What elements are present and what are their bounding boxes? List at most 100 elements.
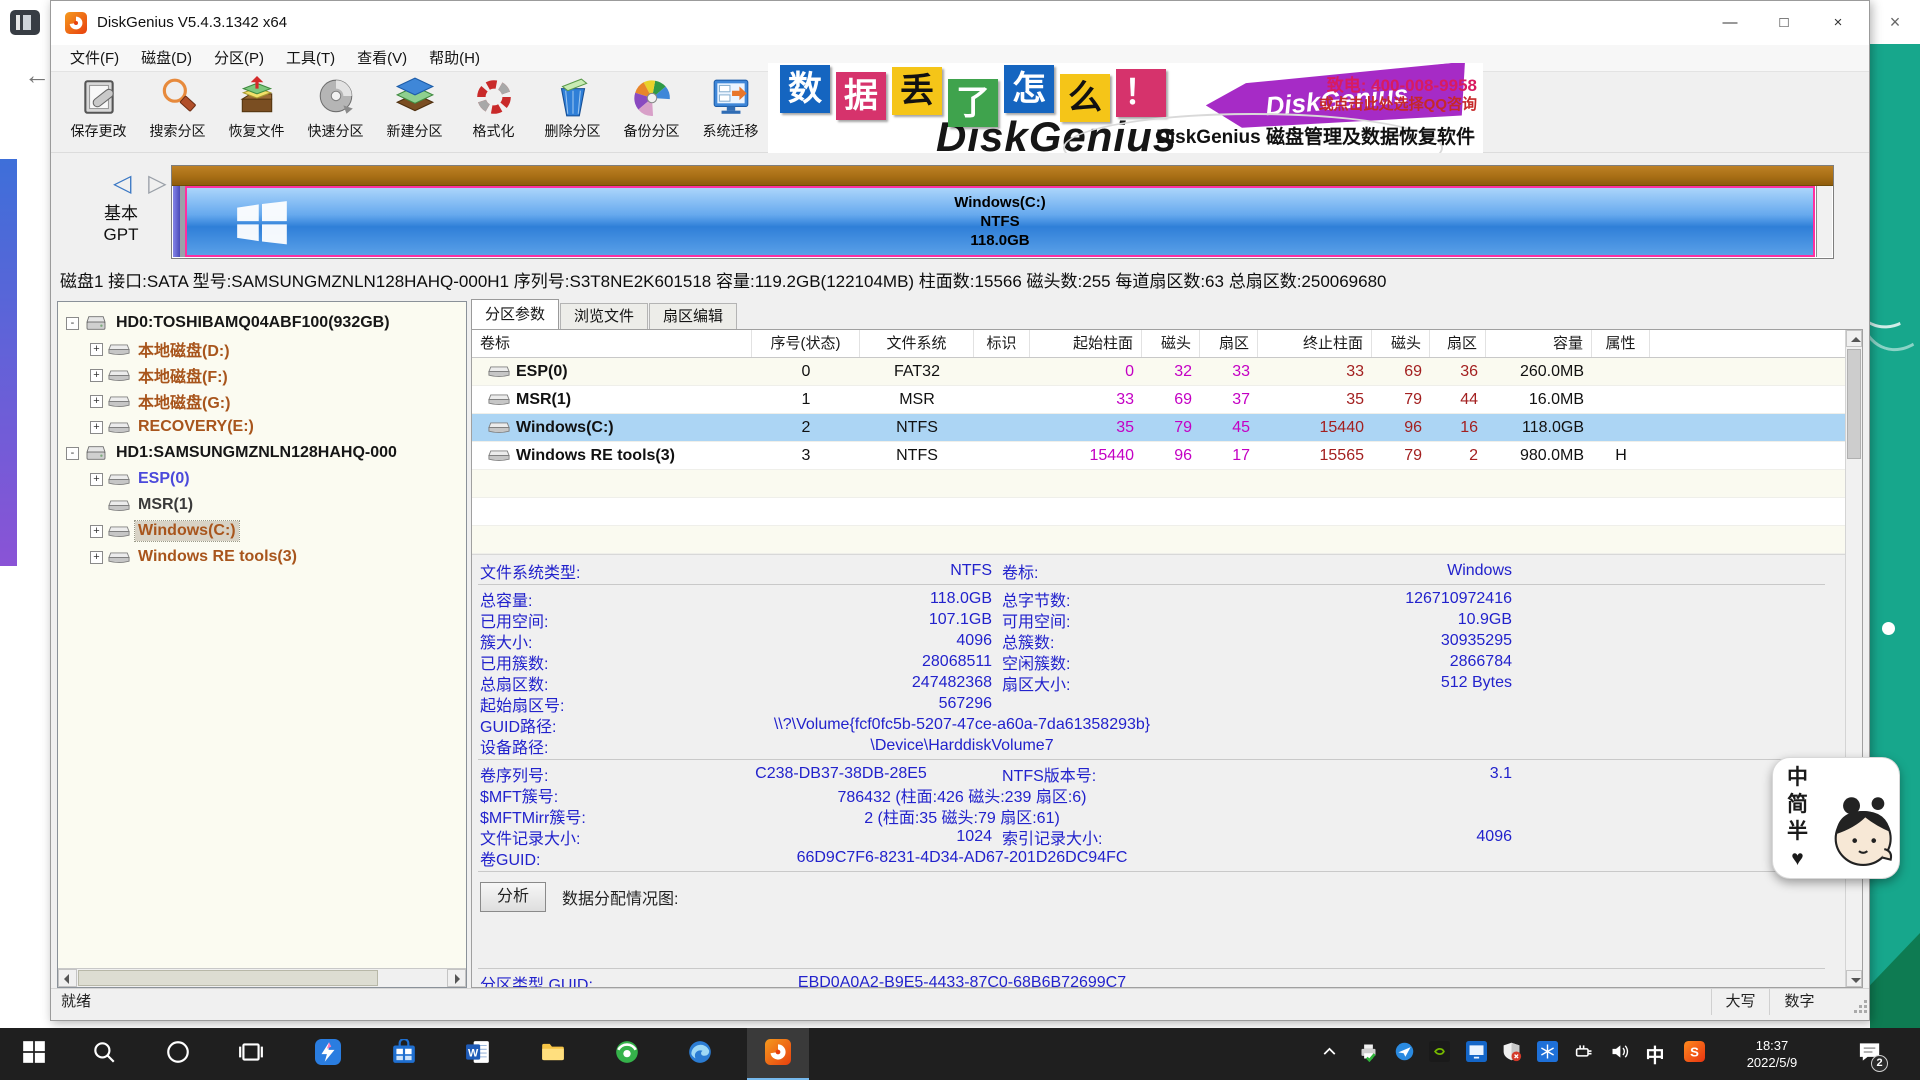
menu-item-1[interactable]: 磁盘(D) — [130, 45, 203, 72]
vertical-scrollbar[interactable] — [1845, 330, 1862, 987]
menu-item-0[interactable]: 文件(F) — [59, 45, 130, 72]
tree-item-windows-re-tools-3-[interactable]: +Windows RE tools(3) — [58, 544, 466, 570]
tree-item-msr-1-[interactable]: MSR(1) — [58, 492, 466, 518]
close-button[interactable]: × — [1811, 1, 1865, 45]
column-header[interactable]: 标识 — [974, 330, 1030, 357]
collapse-icon[interactable]: - — [66, 447, 79, 460]
scroll-right-icon[interactable] — [447, 969, 466, 987]
column-header[interactable]: 起始柱面 — [1030, 330, 1142, 357]
scroll-down-icon[interactable] — [1846, 970, 1862, 987]
toolbar-button-search-partition[interactable]: 搜索分区 — [138, 72, 217, 150]
expand-icon[interactable]: + — [90, 421, 103, 434]
menu-item-4[interactable]: 查看(V) — [346, 45, 418, 72]
menu-item-2[interactable]: 分区(P) — [203, 45, 275, 72]
tray-defender-icon[interactable] — [1495, 1028, 1527, 1080]
toolbar-button-format[interactable]: 格式化 — [454, 72, 533, 150]
expand-icon[interactable]: + — [90, 473, 103, 486]
ime-status-widget[interactable]: 中简半♥ — [1772, 757, 1900, 879]
tray-bird-app-icon[interactable] — [1388, 1028, 1420, 1080]
maximize-button[interactable]: □ — [1757, 1, 1811, 45]
background-window-icon[interactable] — [10, 10, 40, 35]
taskbar-file-explorer-icon[interactable] — [522, 1028, 584, 1080]
tree-horizontal-scrollbar[interactable] — [58, 968, 466, 987]
minimize-button[interactable]: — — [1703, 1, 1757, 45]
ime-mode-char[interactable]: 中 — [1787, 764, 1808, 791]
taskbar-search-icon[interactable] — [73, 1028, 135, 1080]
expand-icon[interactable]: + — [90, 369, 103, 382]
toolbar-button-new-partition[interactable]: 新建分区 — [375, 72, 454, 150]
expand-icon[interactable]: + — [90, 395, 103, 408]
column-header[interactable]: 文件系统 — [860, 330, 974, 357]
tray-nvidia-icon[interactable] — [1423, 1028, 1455, 1080]
taskbar-lightning-app-icon[interactable] — [297, 1028, 359, 1080]
banner-qq-link[interactable]: 或点击此处选择QQ咨询 — [1319, 93, 1477, 114]
scroll-left-icon[interactable] — [58, 969, 77, 987]
toolbar-button-recover-files[interactable]: 恢复文件 — [217, 72, 296, 150]
windows-partition-segment[interactable]: Windows(C:) NTFS 118.0GB — [185, 186, 1815, 257]
column-header[interactable]: 容量 — [1486, 330, 1592, 357]
scrollbar-thumb[interactable] — [1847, 349, 1861, 459]
table-row-windows-c-[interactable]: Windows(C:)2NTFS357945154409616118.0GB — [472, 414, 1845, 442]
toolbar-button-backup-partition[interactable]: 备份分区 — [612, 72, 691, 150]
re-tools-partition-segment[interactable] — [1816, 186, 1832, 257]
expand-icon[interactable]: + — [90, 343, 103, 356]
table-row-windows-re-tools-3-[interactable]: Windows RE tools(3)3NTFS1544096171556579… — [472, 442, 1845, 470]
ime-mode-char[interactable]: 简 — [1787, 791, 1808, 818]
column-header[interactable]: 磁头 — [1372, 330, 1430, 357]
tree-item-hd0-toshibamq04abf100-932gb-[interactable]: -HD0:TOSHIBAMQ04ABF100(932GB) — [58, 310, 466, 336]
taskbar-store-icon[interactable] — [373, 1028, 435, 1080]
scroll-up-icon[interactable] — [1846, 330, 1862, 347]
ad-banner[interactable]: DiskGenius 数据丢了怎么！ DiskGenius 致电: 400-00… — [768, 63, 1483, 153]
tree-item--d-[interactable]: +本地磁盘(D:) — [58, 336, 466, 362]
tray-power-icon[interactable] — [1568, 1028, 1600, 1080]
taskbar-green-browser-icon[interactable] — [596, 1028, 658, 1080]
taskbar-start-button[interactable] — [3, 1028, 65, 1080]
tab-1[interactable]: 浏览文件 — [560, 303, 648, 329]
background-window-close-icon[interactable]: × — [1870, 0, 1920, 44]
taskbar-clock[interactable]: 18:37 2022/5/9 — [1726, 1028, 1818, 1080]
tree-item-hd1-samsungmznln128hahq-000[interactable]: -HD1:SAMSUNGMZNLN128HAHQ-000 — [58, 440, 466, 466]
collapse-icon[interactable]: - — [66, 317, 79, 330]
taskbar-cortana-icon[interactable] — [147, 1028, 209, 1080]
column-header[interactable]: 磁头 — [1142, 330, 1200, 357]
tab-2[interactable]: 扇区编辑 — [649, 303, 737, 329]
action-center-button[interactable]: 2 — [1846, 1028, 1894, 1080]
menu-item-5[interactable]: 帮助(H) — [418, 45, 491, 72]
tree-item--g-[interactable]: +本地磁盘(G:) — [58, 388, 466, 414]
tree-item--f-[interactable]: +本地磁盘(F:) — [58, 362, 466, 388]
nav-left-icon[interactable]: ◁ — [113, 170, 131, 197]
scrollbar-thumb[interactable] — [78, 970, 378, 986]
tray-ime-lang-icon[interactable]: 中 — [1639, 1028, 1671, 1080]
esp-partition-segment[interactable] — [173, 186, 180, 257]
expand-icon[interactable]: + — [90, 551, 103, 564]
column-header[interactable]: 终止柱面 — [1258, 330, 1372, 357]
tray-tray-chevron-icon[interactable] — [1313, 1028, 1345, 1080]
ime-mode-char[interactable]: 半 — [1787, 818, 1808, 845]
taskbar-task-view-icon[interactable] — [220, 1028, 282, 1080]
tray-sogou-icon[interactable]: S — [1678, 1028, 1710, 1080]
toolbar-button-quick-partition[interactable]: 快速分区 — [296, 72, 375, 150]
tray-volume-icon[interactable] — [1603, 1028, 1635, 1080]
column-header[interactable]: 扇区 — [1200, 330, 1258, 357]
expand-icon[interactable]: + — [90, 525, 103, 538]
ime-mode-char[interactable]: ♥ — [1791, 845, 1803, 872]
analyze-button[interactable]: 分析 — [480, 882, 546, 912]
table-row-msr-1-[interactable]: MSR(1)1MSR33693735794416.0MB — [472, 386, 1845, 414]
toolbar-button-system-migration[interactable]: 系统迁移 — [691, 72, 770, 150]
tray-snowflake-icon[interactable] — [1531, 1028, 1563, 1080]
column-header[interactable]: 扇区 — [1430, 330, 1486, 357]
column-header[interactable]: 属性 — [1592, 330, 1650, 357]
menu-item-3[interactable]: 工具(T) — [275, 45, 346, 72]
column-header[interactable]: 序号(状态) — [752, 330, 860, 357]
column-header[interactable]: 卷标 — [472, 330, 752, 357]
tree-item-recovery-e-[interactable]: +RECOVERY(E:) — [58, 414, 466, 440]
toolbar-button-save-changes[interactable]: 保存更改 — [59, 72, 138, 150]
table-row-esp-0-[interactable]: ESP(0)0FAT3203233336936260.0MB — [472, 358, 1845, 386]
resize-grip[interactable] — [1853, 999, 1867, 1013]
tree-item-esp-0-[interactable]: +ESP(0) — [58, 466, 466, 492]
tray-intel-graphics-icon[interactable] — [1460, 1028, 1492, 1080]
back-arrow-icon[interactable]: ← — [24, 60, 50, 91]
nav-right-icon[interactable]: ▷ — [148, 170, 166, 197]
tree-item-windows-c-[interactable]: +Windows(C:) — [58, 518, 466, 544]
taskbar-word-icon[interactable]: W — [447, 1028, 509, 1080]
